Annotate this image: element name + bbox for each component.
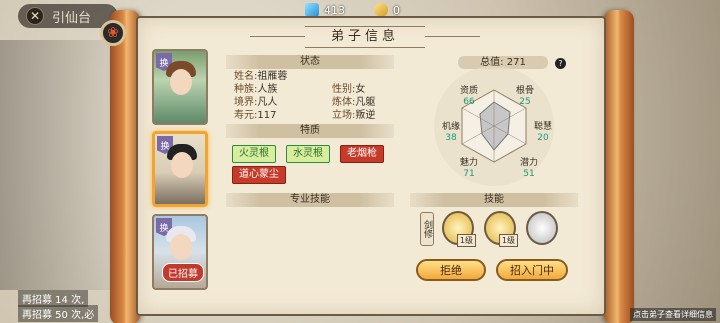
skill-level: 1级 xyxy=(498,234,518,247)
disciple-portrait-3[interactable]: 换 已招募 xyxy=(152,214,208,290)
gender-value: 女 xyxy=(355,84,366,95)
panel-title: 弟子信息 xyxy=(305,26,425,48)
portrait-face xyxy=(170,69,192,95)
stance-row: 立场:叛逆 xyxy=(332,110,376,121)
skills-header: 技能 xyxy=(410,193,578,207)
stance-value: 叛逆 xyxy=(355,110,376,121)
stat-aptitude: 资质 66 xyxy=(459,86,478,107)
scroll-roller-right xyxy=(604,10,634,323)
skill-slot-2[interactable]: 1级 xyxy=(484,211,518,247)
scroll-knob-icon[interactable]: ❀ xyxy=(100,20,126,46)
recruit-counter-line-2: 再招募 50 次,必 xyxy=(18,305,99,322)
realm-row: 境界:凡人 xyxy=(234,97,278,108)
life-value: 117 xyxy=(257,110,277,121)
stat-wisdom: 聪慧 20 xyxy=(533,122,552,143)
crystal-count: 413 xyxy=(324,3,345,17)
trait-chip[interactable]: 道心蒙尘 xyxy=(232,166,286,184)
disciple-portrait-2[interactable]: 换 xyxy=(152,131,208,207)
hint-text: 点击弟子查看详细信息 xyxy=(630,308,716,321)
skill-level: 1级 xyxy=(456,234,476,247)
life-row: 寿元:117 xyxy=(234,110,277,121)
title-divider-left xyxy=(250,36,305,37)
name-value: 祖雁蓉 xyxy=(257,71,288,82)
crystal-icon xyxy=(305,3,319,17)
pro-skills-header: 专业技能 xyxy=(226,193,394,207)
recruited-badge: 已招募 xyxy=(162,263,204,282)
stat-potential: 潜力 51 xyxy=(519,158,538,179)
stat-charm: 魅力 71 xyxy=(459,158,478,179)
crystal-resource: 413 xyxy=(305,3,345,17)
name-row: 姓名:祖雁蓉 xyxy=(234,71,288,82)
traits-header: 特质 xyxy=(226,124,394,138)
location-title: 引仙台 xyxy=(52,10,92,26)
trait-chip[interactable]: 老烟枪 xyxy=(340,145,384,163)
skill-type-label: 剑修 xyxy=(420,212,434,246)
disciple-portrait-1[interactable]: 换 xyxy=(152,49,208,125)
title-divider-right xyxy=(425,36,480,37)
realm-value: 凡人 xyxy=(257,97,278,108)
body-value: 凡躯 xyxy=(355,97,376,108)
status-header: 状态 xyxy=(226,55,394,69)
portrait-face xyxy=(170,234,192,260)
skill-slot-3[interactable] xyxy=(526,211,558,245)
race-value: 人族 xyxy=(257,84,278,95)
coin-resource: 0 xyxy=(374,3,400,17)
reject-button[interactable]: 拒绝 xyxy=(416,259,486,281)
stat-fortune: 机缘 38 xyxy=(441,122,460,143)
coin-icon xyxy=(374,3,388,17)
stat-bone: 根骨 25 xyxy=(515,86,534,107)
body-row: 炼体:凡躯 xyxy=(332,97,376,108)
trait-chip[interactable]: 火灵根 xyxy=(232,145,276,163)
race-row: 种族:人族 xyxy=(234,84,278,95)
recruit-button[interactable]: 招入门中 xyxy=(496,259,568,281)
portrait-face xyxy=(171,152,193,178)
coin-count: 0 xyxy=(393,3,400,17)
skill-slot-1[interactable]: 1级 xyxy=(442,211,476,247)
close-icon[interactable]: ✕ xyxy=(26,7,44,25)
gender-row: 性别:女 xyxy=(332,84,366,95)
trait-chip[interactable]: 水灵根 xyxy=(286,145,330,163)
